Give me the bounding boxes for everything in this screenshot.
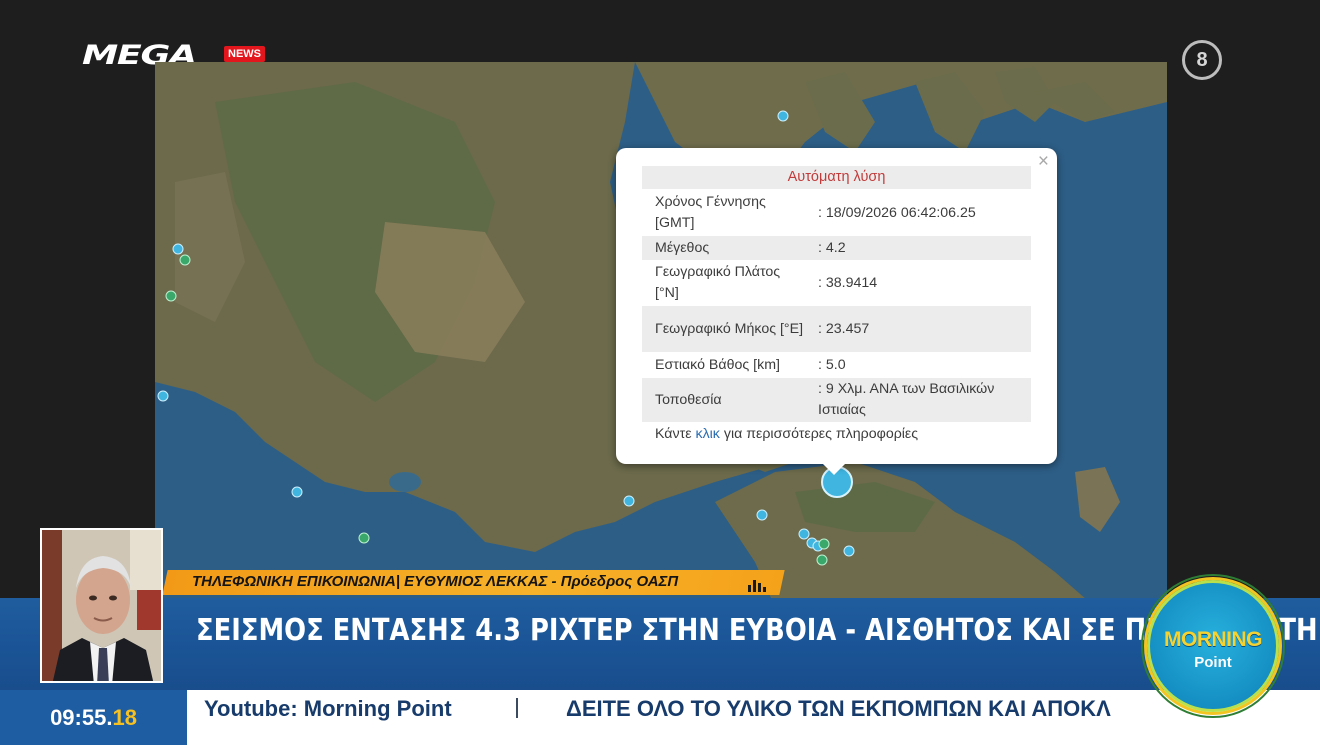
detail-row-magnitude: Μέγεθος : 4.2 <box>642 236 1031 260</box>
popup-footer: Κάντε κλικ για περισσότερες πληροφορίες <box>655 426 918 442</box>
quake-marker <box>798 528 810 540</box>
detail-value: : 9 Χλμ. ΑΝΑ των Βασιλικών Ιστιαίας <box>818 381 995 418</box>
detail-value: : 23.457 <box>818 320 870 337</box>
clock-main: 09:55. <box>50 704 113 730</box>
quake-marker <box>358 532 370 544</box>
quake-marker <box>623 495 635 507</box>
channel-logo: MEGA NEWS <box>82 40 265 71</box>
quake-marker <box>818 538 830 550</box>
broadcast-frame: MEGA NEWS 8 × Αυτόματη λύση Χρόνος Γέννη… <box>0 0 1320 745</box>
close-icon[interactable]: × <box>1038 151 1049 173</box>
detail-label: Χρόνος Γέννησης [GMT] <box>655 194 766 231</box>
detail-label: Γεωγραφικό Μήκος [°E] <box>655 320 804 337</box>
quake-marker <box>165 290 177 302</box>
clock: 09:55. 18 <box>0 690 187 745</box>
footer-suffix: για περισσότερες πληροφορίες <box>719 426 919 442</box>
show-badge-title: MORNING <box>1164 628 1263 651</box>
quake-details-table: Χρόνος Γέννησης [GMT] : 18/09/2026 06:42… <box>642 190 1031 422</box>
detail-value: : 4.2 <box>818 239 846 256</box>
popup-title: Αυτόματη λύση <box>642 166 1031 189</box>
audio-bars-icon <box>748 580 766 592</box>
detail-row-latitude: Γεωγραφικό Πλάτος [°N] : 38.9414 <box>642 260 1031 306</box>
ticker-youtube-text: Youtube: Morning Point <box>204 696 452 721</box>
ticker-crawl-text: ΔΕΙΤΕ ΟΛΟ ΤΟ ΥΛΙΚΟ ΤΩΝ ΕΚΠΟΜΠΩΝ ΚΑΙ ΑΠΟΚ… <box>566 696 1111 721</box>
channel-number-badge: 8 <box>1182 40 1222 80</box>
headline-text: ΣΕΙΣΜΟΣ ΕΝΤΑΣΗΣ 4.3 ΡΙΧΤΕΡ ΣΤΗΝ ΕΥΒΟΙΑ -… <box>196 613 1320 648</box>
quake-marker <box>172 243 184 255</box>
detail-value: : 5.0 <box>818 356 846 373</box>
detail-label: Μέγεθος <box>655 239 710 256</box>
caller-portrait <box>42 530 161 681</box>
show-badge-subtitle: Point <box>1194 654 1232 671</box>
detail-label: Τοποθεσία <box>655 391 722 408</box>
clock-fraction: 18 <box>112 704 137 730</box>
quake-marker <box>816 554 828 566</box>
caller-photo <box>40 528 163 683</box>
quake-info-popup: × Αυτόματη λύση Χρόνος Γέννησης [GMT] : … <box>616 148 1057 475</box>
detail-label: Γεωγραφικό Πλάτος [°N] <box>655 264 781 301</box>
detail-row-depth: Εστιακό Βάθος [km] : 5.0 <box>642 352 1031 378</box>
detail-value: : 38.9414 <box>818 274 878 291</box>
popup-pointer <box>822 463 846 475</box>
detail-row-location: Τοποθεσία : 9 Χλμ. ΑΝΑ των Βασιλικών Ιστ… <box>642 378 1031 422</box>
more-info-link[interactable]: κλικ <box>695 426 719 442</box>
detail-value: : 18/09/2026 06:42:06.25 <box>818 204 976 221</box>
detail-row-origin-time: Χρόνος Γέννησης [GMT] : 18/09/2026 06:42… <box>642 190 1031 236</box>
logo-news-badge: NEWS <box>224 46 265 62</box>
detail-label: Εστιακό Βάθος [km] <box>655 356 780 373</box>
caller-label: ΤΗΛΕΦΩΝΙΚΗ ΕΠΙΚΟΙΝΩΝΙΑ| ΕΥΘΥΜΙΟΣ ΛΕΚΚΑΣ … <box>192 573 679 590</box>
quake-marker <box>291 486 303 498</box>
quake-marker <box>843 545 855 557</box>
quake-marker <box>179 254 191 266</box>
quake-marker <box>777 110 789 122</box>
detail-row-longitude: Γεωγραφικό Μήκος [°E] : 23.457 <box>642 306 1031 352</box>
ticker-divider <box>516 698 518 718</box>
quake-marker <box>756 509 768 521</box>
quake-marker <box>157 390 169 402</box>
footer-prefix: Κάντε <box>655 426 696 442</box>
